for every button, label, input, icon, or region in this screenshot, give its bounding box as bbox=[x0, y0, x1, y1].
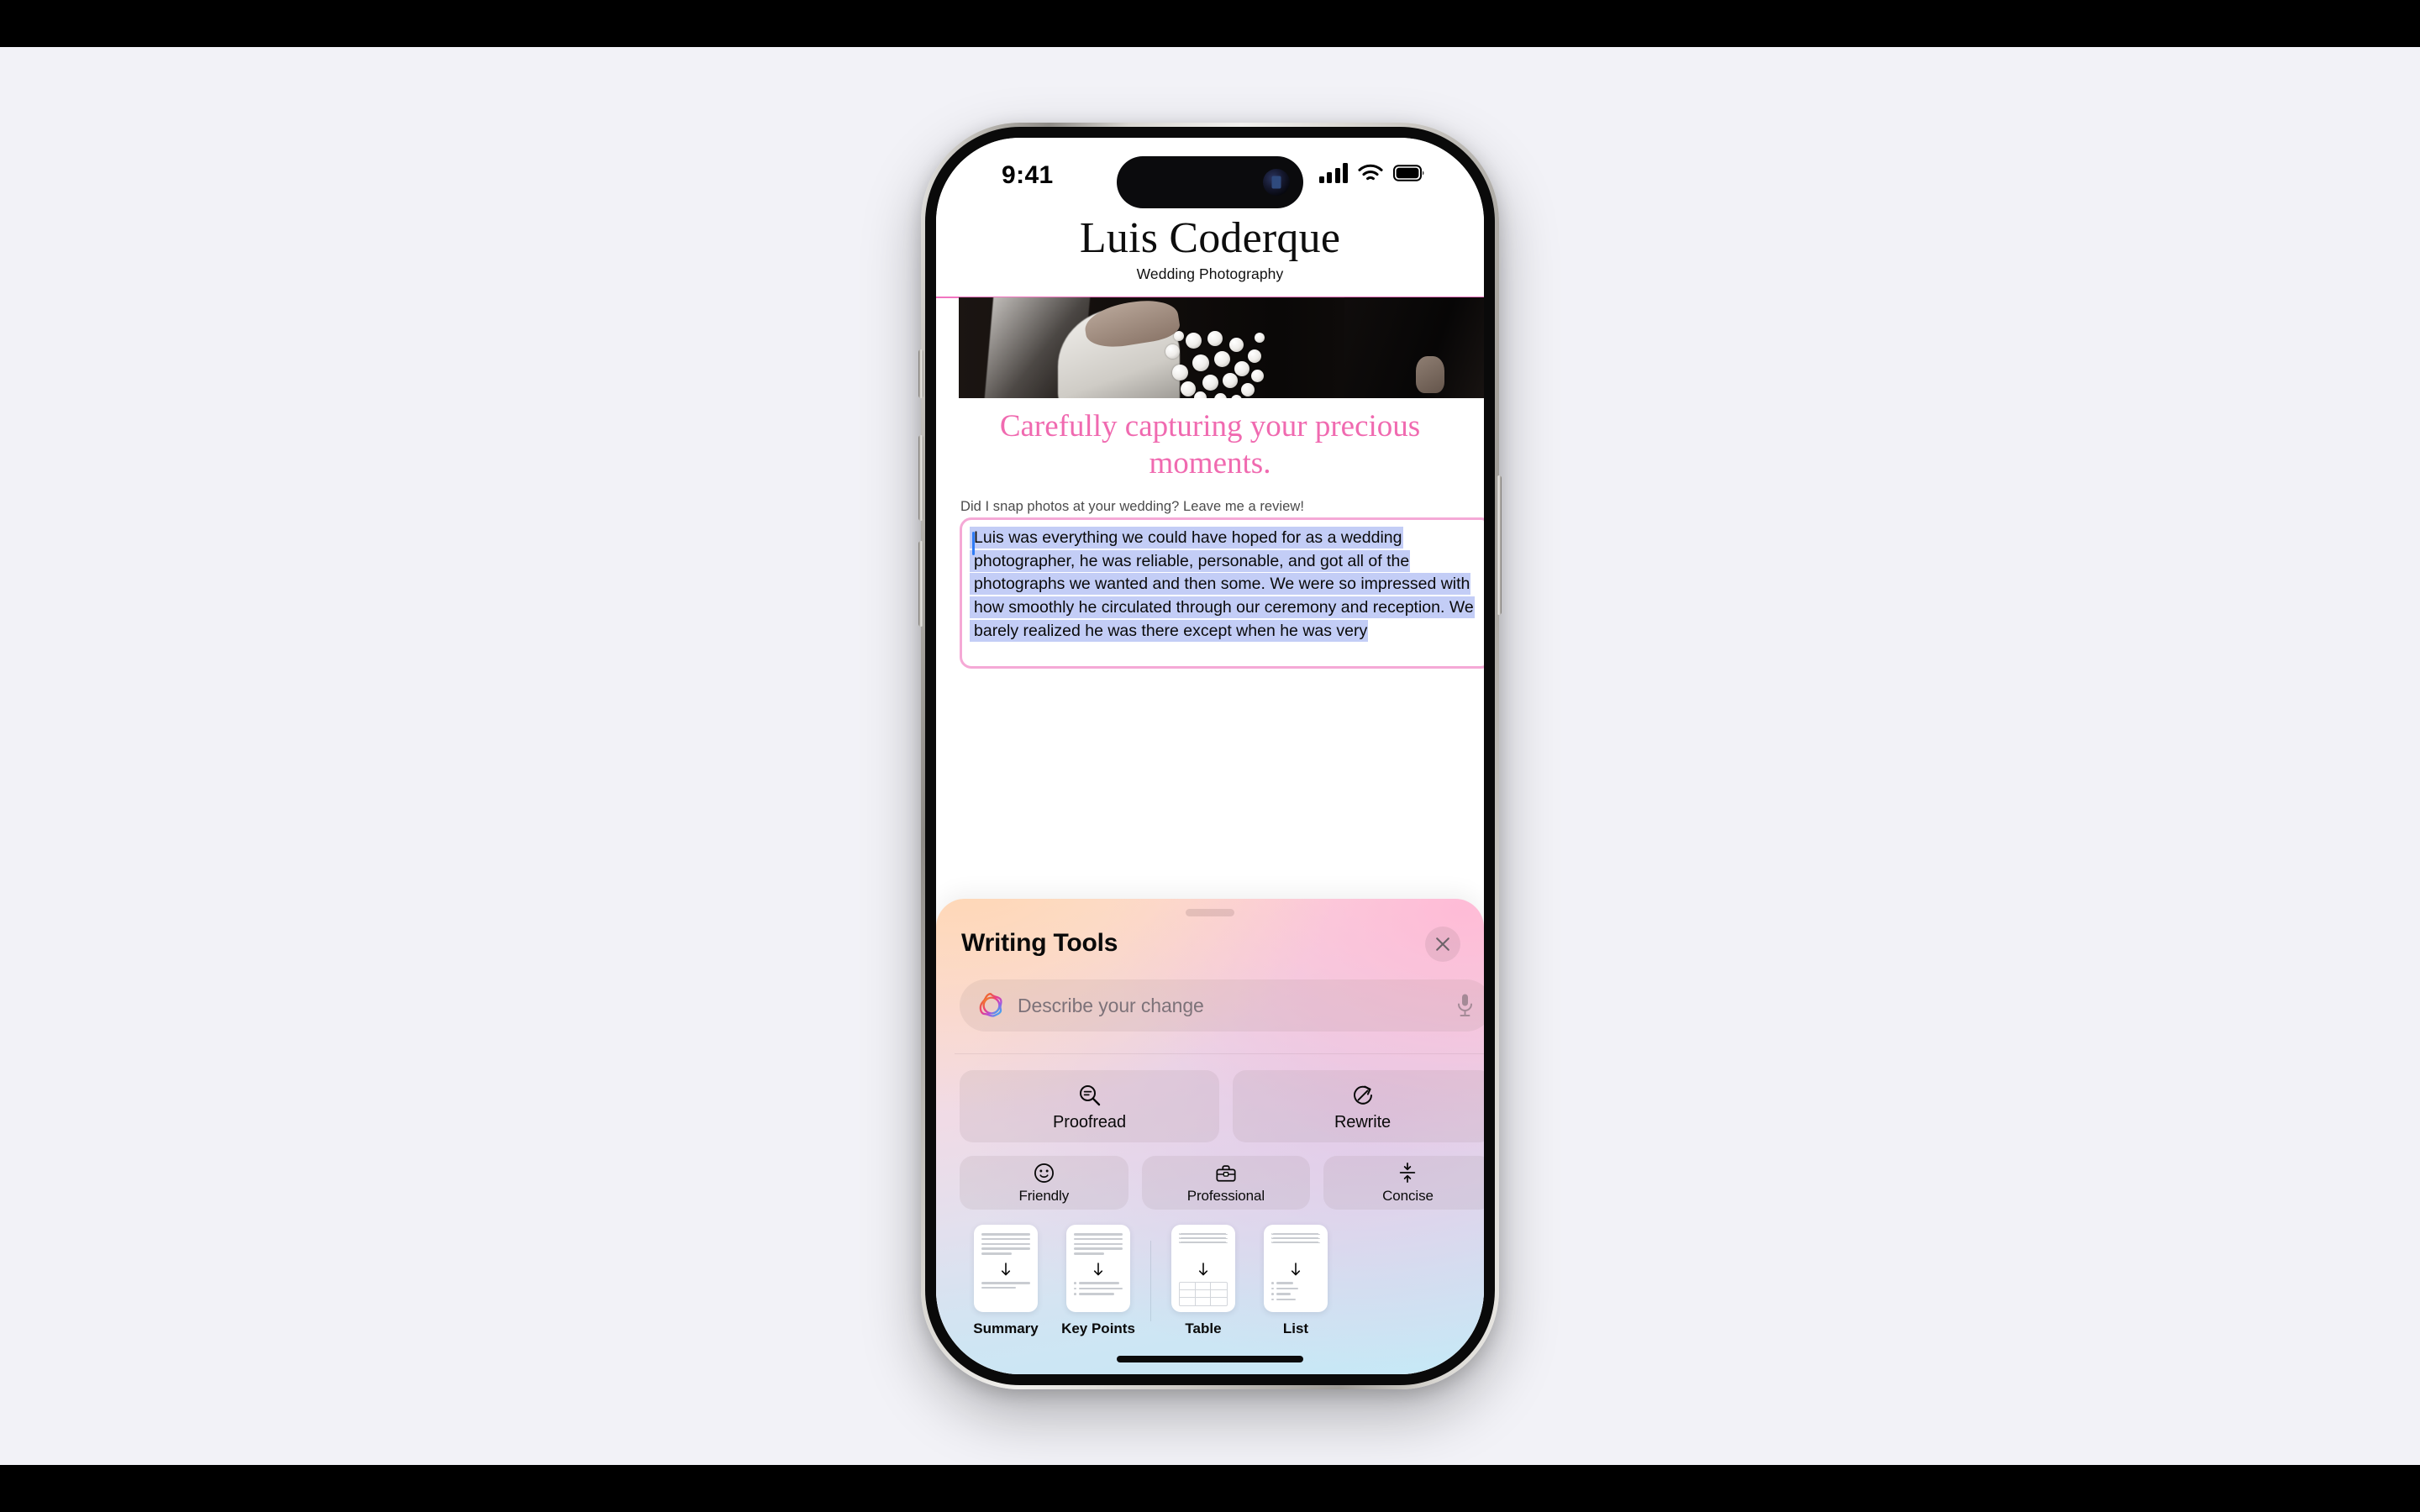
concise-button[interactable]: Concise bbox=[1323, 1156, 1484, 1210]
compress-arrows-icon bbox=[1397, 1161, 1418, 1184]
review-textarea[interactable]: Luis was everything we could have hoped … bbox=[960, 517, 1484, 669]
down-arrow-icon bbox=[1198, 1263, 1208, 1276]
key-points-label: Key Points bbox=[1061, 1320, 1135, 1336]
concise-label: Concise bbox=[1382, 1188, 1434, 1204]
describe-change-placeholder: Describe your change bbox=[1018, 994, 1204, 1016]
writing-tools-title: Writing Tools bbox=[961, 929, 1118, 957]
review-prompt: Did I snap photos at your wedding? Leave… bbox=[960, 499, 1304, 514]
close-icon bbox=[1436, 937, 1449, 951]
sheet-divider bbox=[955, 1053, 1484, 1054]
key-points-button[interactable]: Key Points bbox=[1052, 1225, 1144, 1337]
friendly-button[interactable]: Friendly bbox=[960, 1156, 1128, 1210]
proofread-label: Proofread bbox=[1053, 1112, 1126, 1131]
rewrite-button[interactable]: Rewrite bbox=[1233, 1070, 1484, 1142]
hero-groom-suit bbox=[1344, 297, 1484, 398]
writing-tools-sheet: Writing Tools Describe your change Proof… bbox=[936, 899, 1484, 1374]
summary-label: Summary bbox=[973, 1320, 1039, 1336]
rewrite-label: Rewrite bbox=[1334, 1112, 1392, 1131]
site-logo-title: Luis Coderque bbox=[1079, 214, 1341, 262]
table-button[interactable]: Table bbox=[1157, 1225, 1249, 1337]
status-bar: 9:41 bbox=[936, 138, 1484, 215]
hero-bouquet bbox=[1160, 319, 1275, 398]
list-document-icon bbox=[1264, 1225, 1328, 1312]
document-actions-row: Summary Key Points Table List bbox=[960, 1225, 1484, 1337]
screenshot-stage: Luis Coderque Wedding Photography Carefu… bbox=[0, 47, 2420, 1465]
volume-down-button[interactable] bbox=[918, 541, 923, 627]
phone-screen: Luis Coderque Wedding Photography Carefu… bbox=[936, 138, 1484, 1374]
battery-full-icon bbox=[1393, 165, 1424, 181]
table-label: Table bbox=[1185, 1320, 1222, 1336]
tone-actions-row: Friendly Professional Concise bbox=[960, 1156, 1484, 1210]
cellular-bars-icon bbox=[1318, 163, 1348, 183]
wifi-icon bbox=[1358, 164, 1383, 181]
proofread-magnifier-icon bbox=[1077, 1081, 1102, 1110]
summary-document-icon bbox=[974, 1225, 1038, 1312]
apple-intelligence-icon bbox=[979, 993, 1002, 1017]
down-arrow-icon bbox=[1291, 1263, 1301, 1276]
volume-up-button[interactable] bbox=[918, 435, 923, 521]
key-points-document-icon bbox=[1066, 1225, 1130, 1312]
power-button[interactable] bbox=[1497, 475, 1502, 615]
briefcase-icon bbox=[1215, 1161, 1237, 1184]
professional-label: Professional bbox=[1186, 1188, 1265, 1204]
close-button[interactable] bbox=[1425, 927, 1460, 962]
smiley-face-icon bbox=[1034, 1161, 1055, 1184]
main-actions-row: Proofread Rewrite bbox=[960, 1070, 1484, 1142]
front-camera-icon bbox=[1263, 169, 1290, 196]
iphone-device: Luis Coderque Wedding Photography Carefu… bbox=[918, 123, 1502, 1389]
friendly-label: Friendly bbox=[1018, 1188, 1070, 1204]
action-button[interactable] bbox=[918, 349, 923, 398]
list-button[interactable]: List bbox=[1249, 1225, 1342, 1337]
hero-photo bbox=[959, 297, 1484, 398]
professional-button[interactable]: Professional bbox=[1141, 1156, 1311, 1210]
site-logo-subtitle: Wedding Photography bbox=[1136, 265, 1284, 283]
describe-change-input[interactable]: Describe your change bbox=[960, 979, 1484, 1032]
document-group-divider bbox=[1150, 1241, 1151, 1321]
down-arrow-icon bbox=[1093, 1263, 1103, 1276]
down-arrow-icon bbox=[1001, 1263, 1011, 1276]
status-indicators bbox=[1318, 163, 1426, 183]
list-label: List bbox=[1282, 1320, 1309, 1336]
dynamic-island[interactable] bbox=[1117, 156, 1303, 208]
proofread-button[interactable]: Proofread bbox=[960, 1070, 1219, 1142]
home-indicator[interactable] bbox=[1117, 1356, 1303, 1362]
sheet-drag-handle[interactable] bbox=[1186, 909, 1234, 916]
table-document-icon bbox=[1171, 1225, 1235, 1312]
device-bezel: Luis Coderque Wedding Photography Carefu… bbox=[918, 127, 1502, 1385]
rewrite-circular-arrow-icon bbox=[1350, 1081, 1376, 1110]
review-text-selected[interactable]: Luis was everything we could have hoped … bbox=[970, 527, 1475, 642]
microphone-icon[interactable] bbox=[1455, 993, 1476, 1018]
hero-groom-hand bbox=[1416, 356, 1444, 393]
status-clock: 9:41 bbox=[1002, 161, 1054, 189]
summary-button[interactable]: Summary bbox=[960, 1225, 1052, 1337]
site-header: Luis Coderque Wedding Photography bbox=[936, 214, 1484, 299]
text-cursor bbox=[972, 532, 975, 555]
site-tagline: Carefully capturing your precious moment… bbox=[999, 409, 1421, 480]
